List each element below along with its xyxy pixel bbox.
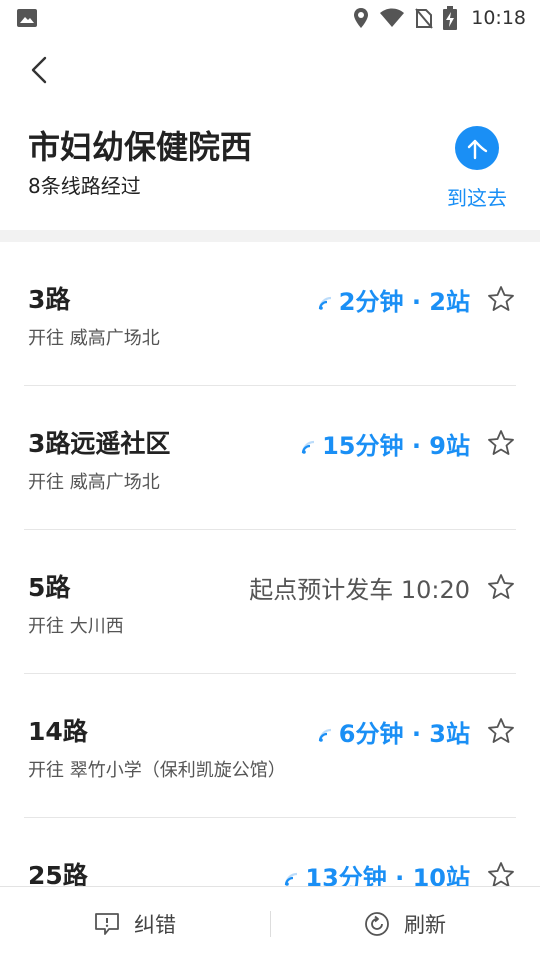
route-list: 3路 开往 威高广场北 2分钟 · 2站 3路远遥社区 开往 威高广场北 15分…	[0, 242, 540, 960]
bottom-bar: 纠错 刷新	[0, 886, 540, 960]
battery-charging-icon	[443, 6, 458, 30]
chevron-left-icon	[31, 56, 47, 84]
bus-stop-screen: 10:18 市妇幼保健院西 8条线路经过 到这去 3路 开往 威高广场北 2分钟…	[0, 0, 540, 960]
realtime-signal-icon	[285, 872, 298, 886]
route-destination: 开往 翠竹小学（保利凯旋公馆）	[28, 760, 286, 781]
route-row[interactable]: 3路远遥社区 开往 威高广场北 15分钟 · 9站	[0, 386, 540, 530]
route-destination: 开往 大川西	[28, 616, 124, 637]
no-sim-icon	[415, 8, 433, 29]
refresh-icon	[365, 912, 389, 936]
status-icons: 10:18	[353, 0, 526, 36]
report-error-button[interactable]: 纠错	[0, 887, 270, 960]
line-count: 8条线路经过	[28, 174, 141, 198]
eta-text: 15分钟 · 9站	[322, 432, 470, 460]
route-name: 5路	[28, 573, 71, 602]
realtime-signal-icon	[318, 728, 331, 742]
refresh-icon-wrap	[364, 911, 390, 937]
navigate-arrow-icon	[467, 139, 488, 160]
route-name: 3路远遥社区	[28, 429, 171, 458]
goto-label: 到这去	[447, 186, 507, 210]
realtime-signal-icon	[318, 296, 331, 310]
route-row[interactable]: 14路 开往 翠竹小学（保利凯旋公馆） 6分钟 · 3站	[0, 674, 540, 818]
route-destination: 开往 威高广场北	[28, 328, 160, 349]
goto-circle	[455, 126, 499, 170]
star-icon[interactable]	[486, 284, 516, 314]
route-eta: 起点预计发车 10:20	[249, 570, 470, 605]
star-icon[interactable]	[486, 572, 516, 602]
refresh-button[interactable]: 刷新	[270, 887, 540, 960]
route-eta: 2分钟 · 2站	[317, 282, 470, 317]
eta-text: 起点预计发车 10:20	[249, 576, 470, 604]
report-error-label: 纠错	[134, 913, 176, 937]
star-icon[interactable]	[486, 716, 516, 746]
image-icon	[17, 9, 37, 27]
route-name: 3路	[28, 285, 71, 314]
wifi-icon	[380, 8, 405, 27]
route-name: 14路	[28, 717, 88, 746]
route-row[interactable]: 5路 开往 大川西 起点预计发车 10:20	[0, 530, 540, 674]
star-icon[interactable]	[486, 428, 516, 458]
status-bar: 10:18	[0, 0, 540, 36]
section-divider	[0, 230, 540, 242]
eta-text: 6分钟 · 3站	[338, 720, 470, 748]
feedback-icon	[95, 913, 119, 935]
goto-button[interactable]: 到这去	[440, 126, 514, 212]
back-button[interactable]	[22, 52, 56, 88]
route-eta: 15分钟 · 9站	[300, 426, 470, 461]
route-row[interactable]: 3路 开往 威高广场北 2分钟 · 2站	[0, 242, 540, 386]
status-time: 10:18	[471, 7, 526, 29]
route-destination: 开往 威高广场北	[28, 472, 160, 493]
stop-name: 市妇幼保健院西	[28, 128, 253, 166]
route-eta: 6分钟 · 3站	[317, 714, 470, 749]
refresh-label: 刷新	[404, 913, 446, 937]
feedback-icon-wrap	[94, 912, 120, 936]
location-icon	[354, 8, 369, 28]
realtime-signal-icon	[301, 440, 315, 454]
eta-text: 2分钟 · 2站	[338, 288, 470, 316]
